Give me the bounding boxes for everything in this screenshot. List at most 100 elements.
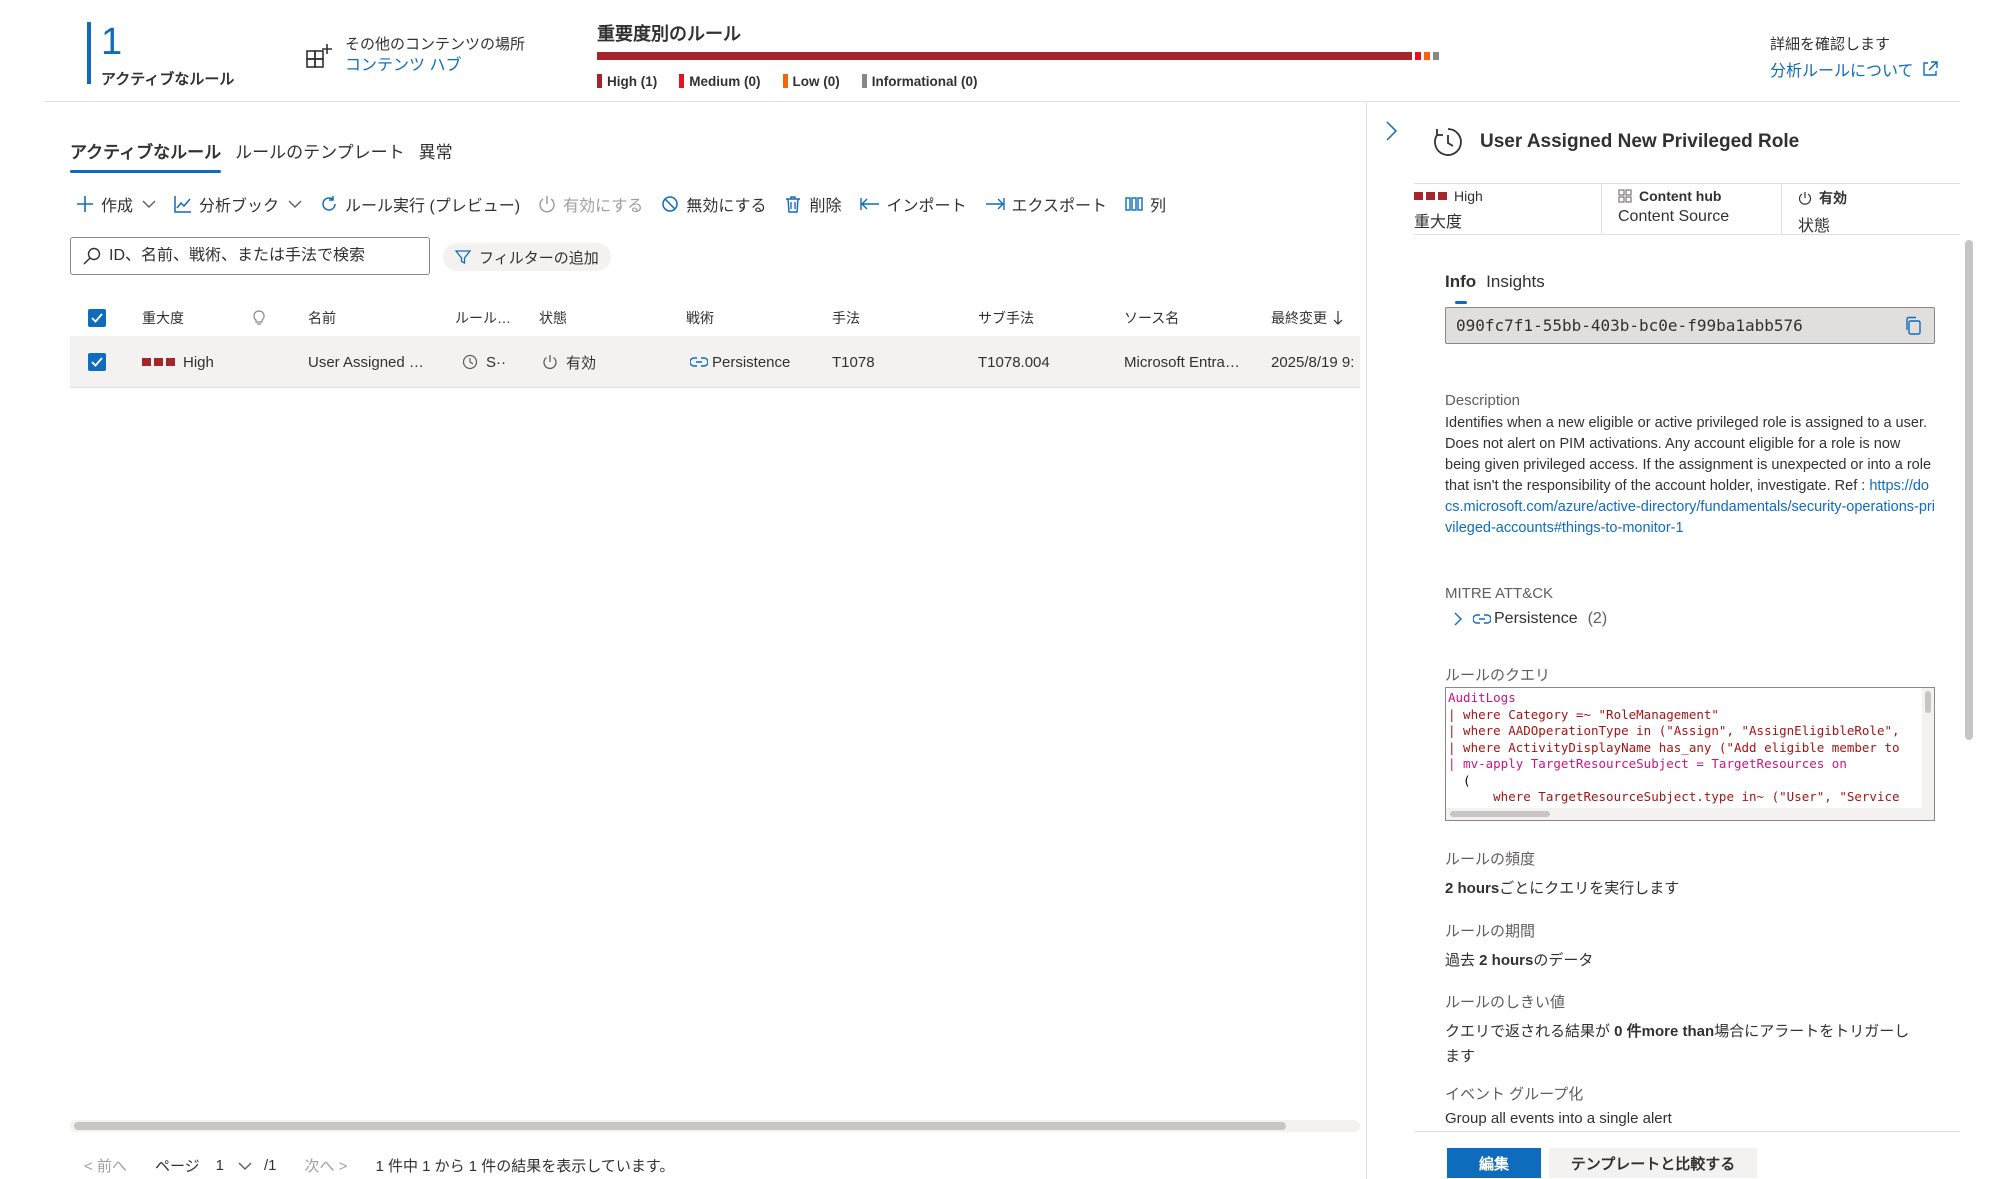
disable-button[interactable]: 無効にする <box>661 192 766 216</box>
persistence-icon <box>690 355 708 369</box>
column-header-last-modified[interactable]: 最終変更 <box>1271 296 1343 340</box>
pagination: < 前へ ページ 1 /1 次へ > 1 件中 1 から 1 件の結果を表示して… <box>84 1155 702 1176</box>
details-label: 詳細を確認します <box>1770 36 1891 53</box>
chart-icon <box>174 195 192 213</box>
summary-divider <box>45 101 1960 102</box>
content-hub-link[interactable]: コンテンツ ハブ <box>345 51 461 75</box>
mitre-tactic-node[interactable]: Persistence (2) <box>1453 610 1607 628</box>
rule-query-editor[interactable]: AuditLogs | where Category =~ "RoleManag… <box>1445 687 1935 821</box>
previous-page-button[interactable]: < 前へ <box>84 1155 127 1176</box>
row-source: Microsoft Entra… <box>1124 353 1240 371</box>
run-rule-button[interactable]: ルール実行 (プレビュー) <box>320 192 520 216</box>
description-section: Description Identifies when a new eligib… <box>1445 390 1935 539</box>
persistence-icon <box>1473 612 1491 626</box>
delete-button[interactable]: 削除 <box>784 192 842 216</box>
create-button[interactable]: 作成 <box>76 192 156 216</box>
threshold-section: ルールのしきい値 クエリで返される結果が 0 件more than場合にアラート… <box>1445 994 1910 1065</box>
prohibited-icon <box>661 195 679 213</box>
panel-footer-divider <box>1414 1131 1960 1132</box>
severity-bar-medium <box>1415 52 1421 60</box>
edit-button[interactable]: 編集 <box>1447 1148 1541 1178</box>
severity-bar-low <box>1424 52 1430 60</box>
mitre-tactic-count: (2) <box>1587 610 1608 627</box>
workbook-button[interactable]: 分析ブック <box>174 192 302 216</box>
panel-divider <box>1366 102 1367 1179</box>
external-link-icon <box>1922 61 1938 77</box>
column-header-name[interactable]: 名前 <box>308 296 336 340</box>
active-count-value: 1 <box>101 21 123 63</box>
tab-anomalies[interactable]: 異常 <box>419 138 453 173</box>
table-row[interactable]: High User Assigned … S·· 有効 Persistence … <box>70 336 1360 388</box>
column-header-sub-techniques[interactable]: サブ手法 <box>978 296 1034 340</box>
row-rule-type: S·· <box>462 336 506 388</box>
details-section: 詳細を確認します 分析ルールについて <box>1770 33 1938 81</box>
row-tactics: Persistence <box>690 336 790 388</box>
refresh-icon <box>320 195 338 213</box>
page-select[interactable]: 1 <box>216 1157 252 1174</box>
page-total: /1 <box>263 1157 277 1174</box>
column-header-techniques[interactable]: 手法 <box>832 296 860 340</box>
column-header-status[interactable]: 状態 <box>539 296 567 340</box>
severity-chart-title: 重要度別のルール <box>597 24 741 44</box>
column-header-source[interactable]: ソース名 <box>1124 296 1179 340</box>
rule-meta: High 重大度 Content hub Content Source 有効 状… <box>1414 184 1960 235</box>
next-page-button[interactable]: 次へ > <box>305 1155 348 1176</box>
active-count-label: アクティブなルール <box>101 71 235 88</box>
panel-vertical-scrollbar[interactable] <box>1963 238 1975 1120</box>
meta-divider <box>1414 234 1960 235</box>
severity-bar-informational <box>1433 52 1439 60</box>
sort-down-icon <box>1333 310 1343 326</box>
column-header-rule-type[interactable]: ルール… <box>455 296 511 340</box>
chevron-down-icon <box>142 199 156 209</box>
severity-legend: High (1) Medium (0) Low (0) Informationa… <box>597 72 978 90</box>
table-header: 重大度 名前 ルール… 状態 戦術 手法 サブ手法 ソース名 最終変更 <box>70 296 1360 340</box>
columns-button[interactable]: 列 <box>1125 192 1166 216</box>
toolbar: 作成 分析ブック ルール実行 (プレビュー) 有効にする 無効にする 削除 イン… <box>76 192 1166 216</box>
chevron-down-icon <box>238 1162 252 1170</box>
row-status: 有効 <box>542 336 596 388</box>
meta-content-source: Content hub Content Source <box>1602 184 1782 234</box>
collapse-panel-icon[interactable] <box>1385 120 1399 142</box>
tab-info[interactable]: Info <box>1445 272 1476 304</box>
enable-button[interactable]: 有効にする <box>538 192 643 216</box>
table-horizontal-scrollbar[interactable] <box>70 1120 1360 1132</box>
row-name[interactable]: User Assigned … <box>308 336 438 388</box>
import-icon <box>859 197 880 211</box>
severity-high-icon <box>142 358 175 366</box>
page-label: ページ <box>154 1158 200 1175</box>
query-horizontal-scrollbar[interactable] <box>1446 808 1934 820</box>
analytics-rules-link[interactable]: 分析ルールについて <box>1770 57 1938 81</box>
add-filter-button[interactable]: フィルターの追加 <box>443 243 611 271</box>
tab-active-rules[interactable]: アクティブなルール <box>70 138 222 173</box>
content-hub-icon <box>1618 189 1632 203</box>
row-checkbox[interactable] <box>88 336 106 388</box>
query-vertical-scrollbar[interactable] <box>1922 688 1934 810</box>
power-icon <box>1798 191 1812 205</box>
results-summary: 1 件中 1 から 1 件の結果を表示しています。 <box>375 1158 675 1175</box>
rule-id-field: 090fc7f1-55bb-403b-bc0e-f99ba1abb576 <box>1445 307 1935 344</box>
tab-insights[interactable]: Insights <box>1486 272 1545 304</box>
import-button[interactable]: インポート <box>859 192 967 216</box>
meta-severity: High 重大度 <box>1414 184 1602 234</box>
columns-icon <box>1125 196 1143 212</box>
compare-template-button[interactable]: テンプレートと比較する <box>1549 1148 1757 1178</box>
mitre-section: MITRE ATT&CK Persistence (2) <box>1445 585 1607 628</box>
severity-bar <box>597 52 1439 60</box>
row-techniques: T1078 <box>832 353 875 371</box>
scheduled-rule-icon <box>1432 126 1464 158</box>
search-input[interactable] <box>109 247 409 265</box>
copy-icon[interactable] <box>1904 316 1922 336</box>
column-header-severity[interactable]: 重大度 <box>142 296 184 340</box>
select-all-checkbox[interactable] <box>88 296 106 340</box>
plus-icon <box>76 195 94 213</box>
row-severity: High <box>142 336 214 388</box>
trash-icon <box>784 195 802 213</box>
column-header-tactics[interactable]: 戦術 <box>686 296 714 340</box>
tab-rule-templates[interactable]: ルールのテンプレート <box>235 138 405 173</box>
export-button[interactable]: エクスポート <box>985 192 1107 216</box>
query-label: ルールのクエリ <box>1445 667 1551 684</box>
description-label: Description <box>1445 392 1521 409</box>
chevron-right-icon <box>1453 611 1463 627</box>
export-icon <box>985 197 1005 211</box>
chevron-down-icon <box>288 199 302 209</box>
